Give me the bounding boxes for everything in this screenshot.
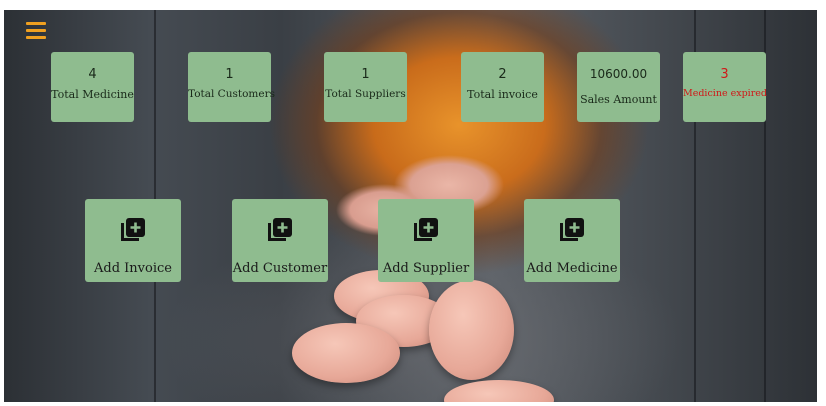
stat-label: Total invoice [467, 88, 538, 101]
stat-card-medicine-expired[interactable]: 3 Medicine expired [683, 52, 767, 122]
add-invoice-button[interactable]: Add Invoice [85, 199, 181, 282]
stat-card-total-suppliers[interactable]: 1 Total Suppliers [324, 52, 407, 122]
pill-image [429, 280, 514, 380]
add-to-library-icon [560, 218, 584, 241]
add-customer-button[interactable]: Add Customer [232, 199, 328, 282]
stat-value: 2 [498, 67, 507, 82]
add-to-library-icon [121, 218, 145, 241]
stat-card-total-invoice[interactable]: 2 Total invoice [461, 52, 544, 122]
action-label: Add Invoice [94, 261, 172, 276]
stat-value: 1 [361, 67, 370, 82]
stat-label: Total Suppliers [325, 88, 406, 100]
add-medicine-button[interactable]: Add Medicine [524, 199, 620, 282]
action-label: Add Medicine [526, 261, 618, 276]
action-label: Add Customer [232, 261, 328, 276]
add-to-library-icon [414, 218, 438, 241]
stat-value: 10600.00 [589, 67, 648, 81]
stat-label: Total Customers [188, 88, 275, 100]
stat-card-total-customers[interactable]: 1 Total Customers [188, 52, 275, 122]
stat-label: Total Medicine [51, 88, 134, 101]
stat-value: 3 [720, 67, 729, 82]
add-to-library-icon [268, 218, 292, 241]
add-supplier-button[interactable]: Add Supplier [378, 199, 474, 282]
stat-card-total-medicine[interactable]: 4 Total Medicine [51, 52, 134, 122]
pill-image [444, 380, 554, 402]
stat-value: 1 [225, 67, 234, 82]
stat-card-sales-amount[interactable]: 10600.00 Sales Amount [577, 52, 660, 122]
action-label: Add Supplier [382, 261, 470, 276]
stat-label: Sales Amount [580, 93, 657, 106]
hamburger-menu-icon[interactable] [26, 22, 46, 40]
stat-label: Medicine expired [683, 88, 767, 99]
stat-value: 4 [88, 67, 97, 82]
pill-image [292, 323, 400, 383]
